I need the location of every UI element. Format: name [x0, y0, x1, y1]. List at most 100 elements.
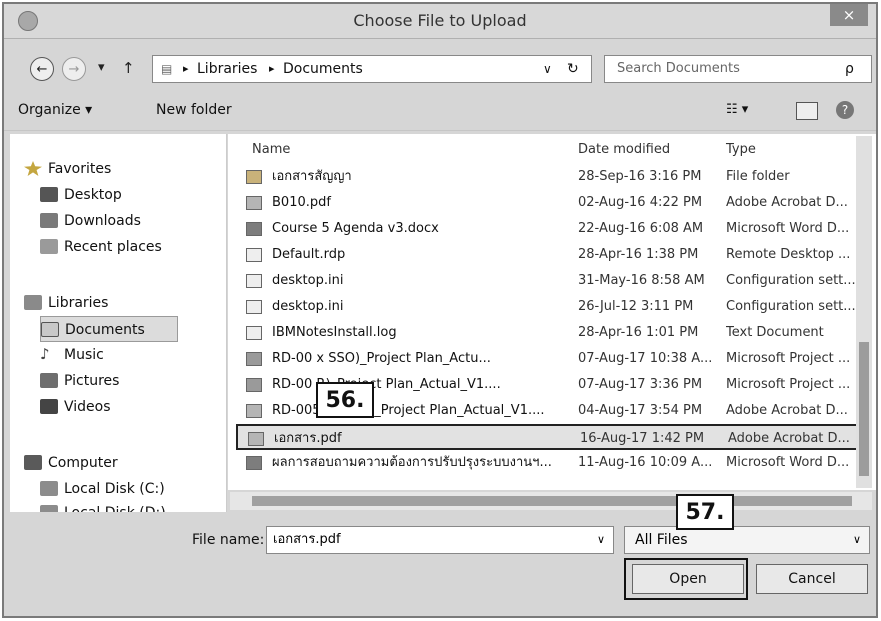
file-name: เอกสารสัญญา	[272, 169, 352, 184]
search-icon[interactable]: ρ	[845, 56, 854, 82]
nav-local-disk-d[interactable]: Local Disk (D:)	[40, 500, 226, 512]
word-icon	[246, 456, 262, 470]
disk-icon	[40, 481, 58, 496]
file-name: Default.rdp	[272, 247, 346, 262]
text-icon	[246, 326, 262, 340]
file-type: Configuration sett...	[726, 273, 856, 288]
nav-favorites[interactable]: Favorites	[24, 156, 224, 182]
new-folder-button[interactable]: New folder	[156, 90, 232, 130]
file-row[interactable]: Course 5 Agenda v3.docx 22-Aug-16 6:08 AM…	[236, 216, 872, 242]
recent-locations-icon[interactable]: ▾	[98, 60, 105, 75]
recent-places-icon	[40, 239, 58, 254]
project-icon	[246, 352, 262, 366]
file-date: 28-Apr-16 1:38 PM	[578, 247, 699, 262]
search-input[interactable]: Search Documents ρ	[604, 55, 872, 83]
computer-icon	[24, 455, 42, 470]
rdp-icon	[246, 248, 262, 262]
nav-recent-places[interactable]: Recent places	[40, 234, 226, 260]
libraries-icon	[24, 295, 42, 310]
folder-icon	[246, 170, 262, 184]
column-header-name[interactable]: Name	[252, 142, 290, 157]
open-button-highlight	[624, 558, 748, 600]
scrollbar-thumb[interactable]	[252, 496, 852, 506]
view-options-icon[interactable]: ☷ ▾	[726, 90, 748, 130]
file-row[interactable]: B010.pdf 02-Aug-16 4:22 PM Adobe Acrobat D…	[236, 190, 872, 216]
file-name: ผลการสอบถามความต้องการปรับปรุงระบบงานฯ..…	[272, 455, 552, 470]
file-date: 07-Aug-17 3:36 PM	[578, 377, 703, 392]
videos-icon	[40, 399, 58, 414]
file-date: 16-Aug-17 1:42 PM	[580, 431, 705, 446]
filter-dropdown-icon[interactable]: ∨	[853, 527, 861, 553]
address-dropdown-icon[interactable]: ∨	[543, 56, 552, 82]
word-icon	[246, 222, 262, 236]
file-date: 11-Aug-16 10:09 A...	[578, 455, 713, 470]
downloads-icon	[40, 213, 58, 228]
nav-downloads[interactable]: Downloads	[40, 208, 226, 234]
breadcrumb-libraries[interactable]: Libraries	[197, 56, 257, 82]
file-name: Course 5 Agenda v3.docx	[272, 221, 439, 236]
file-type: Microsoft Project ...	[726, 351, 851, 366]
desktop-icon	[40, 187, 58, 202]
file-name-dropdown-icon[interactable]: ∨	[597, 527, 605, 553]
back-button[interactable]: ←	[30, 57, 54, 81]
file-row[interactable]: desktop.ini 26-Jul-12 3:11 PM Configuratio…	[236, 294, 872, 320]
file-name: desktop.ini	[272, 273, 344, 288]
file-date: 22-Aug-16 6:08 AM	[578, 221, 704, 236]
nav-computer[interactable]: Computer	[24, 450, 224, 476]
pdf-icon	[246, 196, 262, 210]
file-row[interactable]: เอกสารสัญญา 28-Sep-16 3:16 PM File folder	[236, 164, 872, 190]
help-icon[interactable]: ?	[836, 101, 854, 119]
organize-button[interactable]: Organize ▾	[18, 90, 92, 130]
file-row[interactable]: ผลการสอบถามความต้องการปรับปรุงระบบงานฯ..…	[236, 450, 872, 476]
file-row[interactable]: IBMNotesInstall.log 28-Apr-16 1:01 PM Text…	[236, 320, 872, 346]
file-name-value: เอกสาร.pdf	[273, 532, 341, 547]
up-button[interactable]: ↑	[122, 59, 135, 77]
breadcrumb-separator: ▸	[183, 62, 189, 75]
nav-documents[interactable]: Documents	[40, 316, 178, 342]
column-header-type[interactable]: Type	[726, 142, 756, 157]
file-name-label: File name:	[192, 532, 265, 548]
breadcrumb-documents[interactable]: Documents	[283, 56, 363, 82]
nav-music[interactable]: ♪ Music	[40, 342, 226, 368]
file-name: IBMNotesInstall.log	[272, 325, 397, 340]
breadcrumb-separator: ▸	[269, 62, 275, 75]
column-header-date[interactable]: Date modified	[578, 142, 670, 157]
close-button[interactable]: ×	[830, 4, 868, 26]
scrollbar-thumb[interactable]	[859, 342, 869, 476]
file-type: Microsoft Word D...	[726, 455, 850, 470]
search-placeholder: Search Documents	[617, 61, 740, 76]
file-type: Microsoft Project ...	[726, 377, 851, 392]
file-row[interactable]: Default.rdp 28-Apr-16 1:38 PM Remote Deskt…	[236, 242, 872, 268]
documents-icon	[41, 322, 59, 337]
pictures-icon	[40, 373, 58, 388]
file-name-input[interactable]: เอกสาร.pdf ∨	[266, 526, 614, 554]
horizontal-scrollbar[interactable]	[230, 492, 872, 510]
nav-libraries[interactable]: Libraries	[24, 290, 224, 316]
file-type: Adobe Acrobat D...	[726, 195, 848, 210]
cancel-button[interactable]: Cancel	[756, 564, 868, 594]
file-list: Name Date modified Type เอกสารสัญญา 28-Se…	[228, 134, 876, 490]
nav-local-disk-c[interactable]: Local Disk (C:)	[40, 476, 226, 502]
file-date: 28-Apr-16 1:01 PM	[578, 325, 699, 340]
file-name: desktop.ini	[272, 299, 344, 314]
refresh-icon[interactable]: ↻	[567, 56, 579, 82]
file-type-filter[interactable]: All Files ∨	[624, 526, 870, 554]
address-field[interactable]: ▤ ▸ Libraries ▸ Documents ∨ ↻	[152, 55, 592, 83]
file-row[interactable]: RD-00 x SSO)_Project Plan_Actu... 07-Aug-…	[236, 346, 872, 372]
file-name: RD-00 x SSO)_Project Plan_Actu...	[272, 351, 491, 366]
file-type: Remote Desktop ...	[726, 247, 851, 262]
file-upload-dialog: Choose File to Upload × ← → ▾ ↑ ▤ ▸ Libr…	[2, 2, 878, 618]
file-name: B010.pdf	[272, 195, 331, 210]
vertical-scrollbar[interactable]	[856, 136, 872, 488]
callout-step-56: 56.	[316, 382, 374, 418]
file-row[interactable]: เอกสาร.pdf 16-Aug-17 1:42 PM Adobe Acrobat…	[236, 424, 872, 450]
file-row[interactable]: desktop.ini 31-May-16 8:58 AM Configuratio…	[236, 268, 872, 294]
forward-button[interactable]: →	[62, 57, 86, 81]
nav-desktop[interactable]: Desktop	[40, 182, 226, 208]
file-type: Configuration sett...	[726, 299, 856, 314]
preview-pane-icon[interactable]	[796, 102, 818, 120]
command-toolbar: Organize ▾ New folder ☷ ▾ ?	[4, 90, 876, 131]
nav-videos[interactable]: Videos	[40, 394, 226, 420]
nav-pictures[interactable]: Pictures	[40, 368, 226, 394]
file-type: Microsoft Word D...	[726, 221, 850, 236]
